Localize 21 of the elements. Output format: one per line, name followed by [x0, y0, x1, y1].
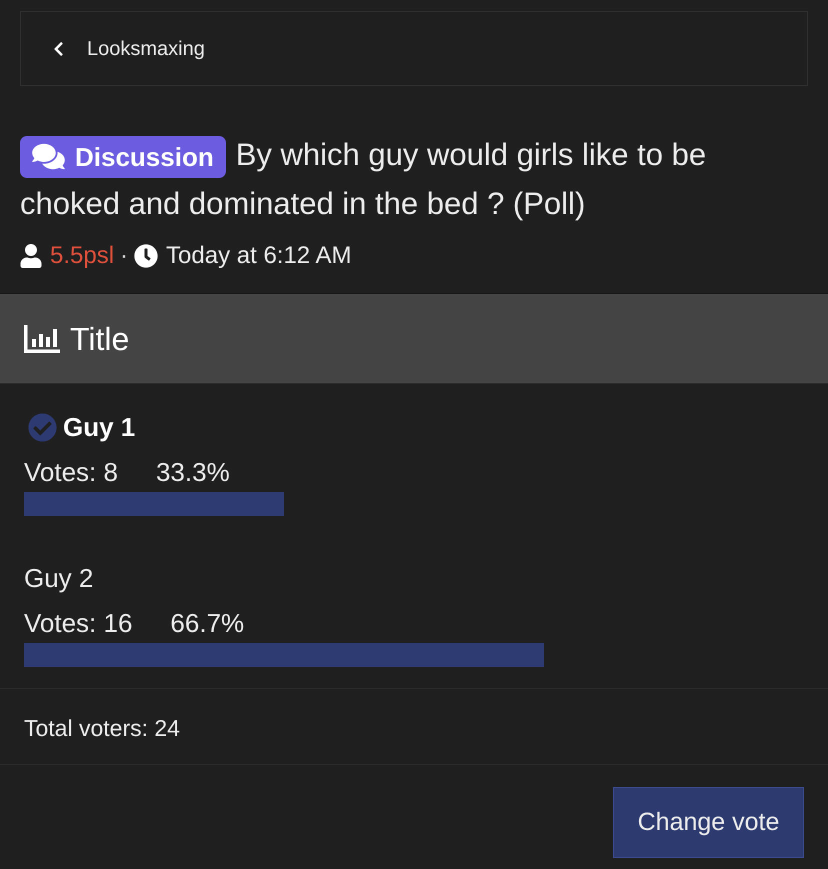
author-link[interactable]: 5.5psl [50, 238, 114, 274]
user-icon [20, 244, 42, 268]
vote-percent: 33.3% [156, 456, 230, 488]
post-date: Today at 6:12 AM [166, 241, 352, 271]
vote-count: Votes: 16 [24, 606, 132, 640]
thread-title: choked and dominated in the bed ? (Poll) [20, 185, 586, 223]
discussion-prefix-tag[interactable]: Discussion [20, 136, 226, 178]
poll-option-label: Guy 1 [63, 410, 136, 444]
poll-title: Title [70, 320, 130, 358]
speech-bubbles-icon [32, 142, 65, 171]
chevron-left-icon [52, 40, 65, 56]
change-vote-button[interactable]: Change vote [613, 787, 804, 858]
vote-percent: 66.7% [170, 606, 244, 640]
thread-title: By which guy would girls like to be [236, 136, 706, 174]
total-voters: Total voters: 24 [24, 714, 181, 742]
clock-icon [134, 244, 158, 268]
meta-separator: · [120, 241, 128, 271]
back-link[interactable]: Looksmaxing [20, 11, 808, 86]
vote-count: Votes: 8 [24, 456, 118, 488]
bar-chart-icon [24, 324, 60, 352]
poll-option-label: Guy 2 [24, 562, 94, 594]
